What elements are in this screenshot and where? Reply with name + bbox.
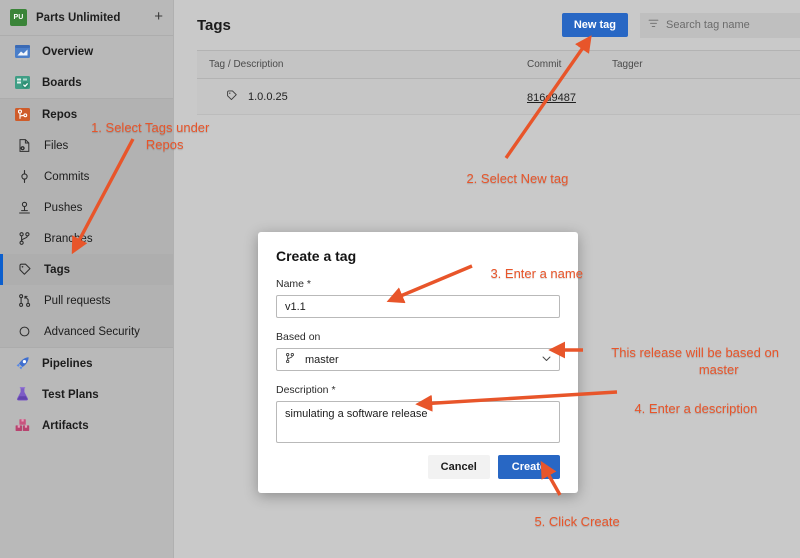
- project-logo: PU: [10, 9, 27, 26]
- cell-commit: 816d9487: [527, 88, 612, 106]
- pipelines-icon: [14, 355, 31, 372]
- annotation-step-5: 4. Enter a description: [634, 401, 758, 417]
- repos-icon: [14, 106, 31, 123]
- annotation-step-3: 3. Enter a name: [490, 266, 583, 282]
- sidebar-item-pipelines[interactable]: Pipelines: [0, 348, 173, 379]
- add-project-icon[interactable]: +: [154, 9, 163, 26]
- new-tag-button[interactable]: New tag: [561, 13, 628, 37]
- branches-icon: [17, 231, 32, 246]
- sidebar-item-artifacts[interactable]: Artifacts: [0, 410, 173, 441]
- cancel-button[interactable]: Cancel: [427, 455, 490, 479]
- advanced-security-icon: [17, 324, 32, 339]
- sidebar-item-label: Boards: [42, 76, 82, 89]
- pushes-icon: [17, 200, 32, 215]
- sidebar-item-advanced-security[interactable]: Advanced Security: [0, 316, 173, 347]
- column-header-commit: Commit: [527, 59, 562, 70]
- sidebar-item-label: Overview: [42, 45, 94, 58]
- sidebar-item-label: Tags: [44, 263, 70, 276]
- sidebar-item-tags[interactable]: Tags: [0, 254, 173, 285]
- sidebar-item-label: Test Plans: [42, 388, 99, 401]
- project-name: Parts Unlimited: [36, 11, 121, 24]
- table-row[interactable]: 1.0.0.25 816d9487: [197, 79, 800, 115]
- tags-icon: [225, 89, 238, 105]
- sidebar-item-overview[interactable]: Overview: [0, 36, 173, 67]
- pull-requests-icon: [17, 293, 32, 308]
- annotation-step-2: 2. Select New tag: [466, 171, 569, 187]
- sidebar-item-label: Branches: [44, 232, 93, 245]
- description-input[interactable]: simulating a software release: [276, 401, 560, 443]
- artifacts-icon: [14, 417, 31, 434]
- commits-icon: [17, 169, 32, 184]
- sidebar: PU Parts Unlimited + Overview Boards Rep…: [0, 0, 174, 558]
- boards-icon: [14, 74, 31, 91]
- sidebar-item-label: Files: [44, 139, 69, 152]
- sidebar-item-boards[interactable]: Boards: [0, 67, 173, 98]
- test-plans-icon: [14, 386, 31, 403]
- commit-link[interactable]: 816d9487: [527, 92, 576, 104]
- dialog-actions: Cancel Create: [276, 455, 560, 479]
- annotation-step-1: 1. Select Tags under Repos: [91, 120, 210, 152]
- files-icon: [17, 138, 32, 153]
- based-on-field-label: Based on: [276, 331, 321, 343]
- sidebar-item-pushes[interactable]: Pushes: [0, 192, 173, 223]
- sidebar-item-label: Pull requests: [44, 294, 111, 307]
- chevron-down-icon[interactable]: [541, 353, 552, 367]
- table-header-row: Tag / Description Commit Tagger: [197, 50, 800, 79]
- sidebar-item-pull-requests[interactable]: Pull requests: [0, 285, 173, 316]
- tags-icon: [17, 262, 32, 277]
- based-on-select[interactable]: master: [276, 348, 560, 371]
- column-header-tag-description: Tag / Description: [209, 59, 284, 70]
- column-header-tagger: Tagger: [612, 59, 643, 70]
- cell-tag-name: 1.0.0.25: [197, 89, 527, 105]
- sidebar-item-label: Advanced Security: [44, 325, 140, 338]
- search-input[interactable]: Search tag name: [640, 12, 800, 38]
- sidebar-item-label: Commits: [44, 170, 90, 183]
- sidebar-item-label: Artifacts: [42, 419, 89, 432]
- create-button[interactable]: Create: [497, 455, 560, 479]
- overview-icon: [14, 43, 31, 60]
- annotation-step-6: 5. Click Create: [534, 514, 620, 530]
- name-input-value: v1.1: [285, 300, 306, 313]
- description-input-value: simulating a software release: [285, 408, 428, 420]
- branch-icon: [284, 352, 296, 367]
- search-placeholder: Search tag name: [666, 19, 750, 31]
- description-field-label: Description *: [276, 384, 336, 396]
- page-title: Tags: [197, 16, 231, 34]
- app-screen: PU Parts Unlimited + Overview Boards Rep…: [0, 0, 800, 558]
- sidebar-item-test-plans[interactable]: Test Plans: [0, 379, 173, 410]
- tag-name-text: 1.0.0.25: [248, 90, 288, 103]
- sidebar-item-label: Pipelines: [42, 357, 93, 370]
- main-header: Tags New tag Search tag name: [174, 0, 800, 50]
- sidebar-item-branches[interactable]: Branches: [0, 223, 173, 254]
- based-on-value: master: [305, 353, 339, 366]
- filter-icon: [648, 16, 659, 34]
- sidebar-item-label: Pushes: [44, 201, 83, 214]
- project-header[interactable]: PU Parts Unlimited +: [0, 0, 173, 36]
- tags-table: Tag / Description Commit Tagger 1.0.0.25…: [197, 50, 800, 115]
